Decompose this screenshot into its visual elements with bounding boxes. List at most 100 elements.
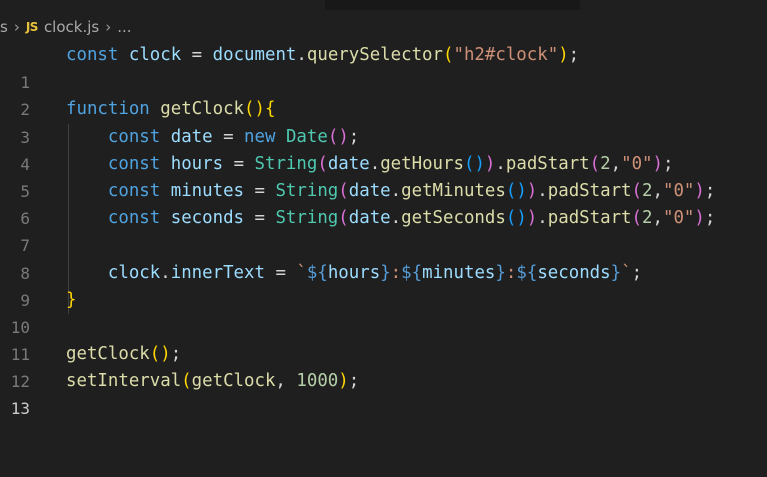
token-class: String	[275, 180, 339, 201]
code-line[interactable]: 4 const date = new Date();	[0, 124, 767, 174]
token-dot: .	[495, 153, 506, 174]
token-function: getHours	[380, 153, 464, 174]
code-line[interactable]: 2	[0, 69, 767, 119]
token-function: querySelector	[306, 45, 443, 65]
token-function: padStart	[505, 153, 590, 174]
token-variable: hours	[170, 153, 224, 174]
code-editor[interactable]: 1 const clock = document.querySelector("…	[0, 42, 767, 418]
code-line[interactable]: 5 const hours = String(date.getHours()).…	[0, 151, 767, 201]
code-text: const clock = document.querySelector("h2…	[66, 42, 579, 69]
token-template-open: ${	[306, 262, 328, 283]
token-function: getClock	[191, 371, 276, 392]
token-function: padStart	[547, 180, 632, 201]
chevron-right-icon: ›	[105, 18, 112, 36]
tab-clock-js[interactable]	[0, 0, 325, 10]
token-paren: )	[694, 208, 705, 229]
code-line[interactable]: 9 clock.innerText = `${hours}:${minutes}…	[0, 260, 767, 310]
token-number: 2	[642, 208, 653, 229]
token-function: getMinutes	[401, 180, 506, 201]
token-paren: (	[338, 208, 349, 229]
token-template-open: ${	[516, 262, 538, 283]
token-paren: (	[338, 180, 349, 201]
line-number-active: 13	[10, 399, 30, 419]
token-dot: .	[537, 180, 548, 201]
token-paren: (	[317, 153, 328, 174]
token-template-close: }	[610, 262, 622, 283]
token-paren: ()	[149, 344, 171, 365]
token-object: date	[348, 180, 391, 201]
token-paren: ()	[327, 126, 349, 147]
token-semicolon: ;	[663, 153, 674, 174]
code-text: const minutes = String(date.getMinutes()…	[66, 178, 715, 205]
token-string: "h2#clock"	[453, 45, 559, 65]
token-paren: (	[181, 371, 192, 392]
breadcrumb: s › JS clock.js › ...	[0, 14, 767, 40]
token-string: :	[390, 262, 402, 283]
token-function: getClock	[66, 344, 150, 365]
token-paren: )	[652, 153, 664, 174]
token-template-open: ${	[401, 262, 423, 283]
token-class: String	[275, 208, 339, 229]
token-paren: (	[443, 45, 454, 65]
token-object: clock	[107, 262, 161, 283]
token-semicolon: ;	[348, 371, 360, 392]
token-number: 2	[642, 180, 653, 201]
code-text: const seconds = String(date.getSeconds()…	[66, 205, 715, 232]
code-line[interactable]: 6 const minutes = String(date.getMinutes…	[0, 178, 767, 228]
token-keyword: new	[244, 126, 276, 147]
token-paren: ()	[463, 153, 485, 174]
token-object: date	[348, 208, 391, 229]
code-text: clock.innerText = `${hours}:${minutes}:$…	[66, 260, 642, 287]
token-operator: =	[244, 208, 276, 229]
token-paren: ()	[505, 208, 527, 229]
token-function: setInterval	[66, 371, 182, 392]
token-string: "0"	[621, 153, 653, 174]
code-text: const hours = String(date.getHours()).pa…	[66, 151, 674, 178]
token-paren: ()	[505, 180, 527, 201]
token-paren: )	[694, 180, 705, 201]
token-string: "0"	[662, 180, 695, 201]
token-object: date	[327, 153, 370, 174]
token-paren: (	[631, 180, 643, 201]
token-variable: hours	[327, 262, 381, 283]
token-semicolon: ;	[568, 45, 580, 65]
token-semicolon: ;	[631, 262, 643, 283]
token-keyword: const	[107, 153, 161, 174]
tab-other[interactable]	[580, 0, 767, 10]
token-semicolon: ;	[704, 208, 716, 229]
code-line[interactable]: 8	[0, 232, 767, 283]
code-text: getClock();	[66, 341, 181, 368]
code-text: setInterval(getClock, 1000);	[66, 368, 359, 395]
token-comma: ,	[652, 180, 663, 201]
token-dot: .	[369, 153, 381, 174]
token-template-tick: `	[296, 262, 307, 283]
code-text: function getClock(){	[66, 96, 275, 123]
token-dot: .	[296, 45, 307, 65]
token-dot: .	[537, 208, 548, 229]
token-semicolon: ;	[170, 344, 182, 365]
code-line[interactable]: 3 function getClock(){	[0, 96, 767, 146]
token-operator: =	[181, 45, 213, 65]
token-keyword: const	[107, 180, 161, 201]
code-line[interactable]: 1 const clock = document.querySelector("…	[0, 42, 767, 92]
breadcrumb-more[interactable]: ...	[117, 18, 131, 36]
code-line[interactable]: 10 }	[0, 287, 767, 337]
token-template-tick: `	[621, 262, 632, 283]
breadcrumb-parent[interactable]: s	[0, 18, 8, 36]
code-line[interactable]: 11	[0, 314, 767, 364]
token-operator: =	[264, 262, 297, 283]
token-paren: )	[526, 180, 538, 201]
chevron-right-icon: ›	[13, 18, 20, 36]
token-comma: ,	[652, 208, 663, 229]
token-semicolon: ;	[704, 180, 716, 201]
token-keyword: function	[66, 99, 150, 120]
code-line-active[interactable]: 13 setInterval(getClock, 1000);	[0, 368, 767, 418]
code-line[interactable]: 12 getClock();	[0, 341, 767, 391]
token-template-close: }	[380, 262, 391, 283]
code-line[interactable]: 7 const seconds = String(date.getSeconds…	[0, 205, 767, 255]
code-text: }	[66, 287, 76, 314]
token-template-close: }	[495, 262, 506, 283]
token-variable: date	[170, 126, 213, 147]
breadcrumb-file[interactable]: clock.js	[44, 18, 99, 36]
code-text: const date = new Date();	[66, 124, 359, 151]
